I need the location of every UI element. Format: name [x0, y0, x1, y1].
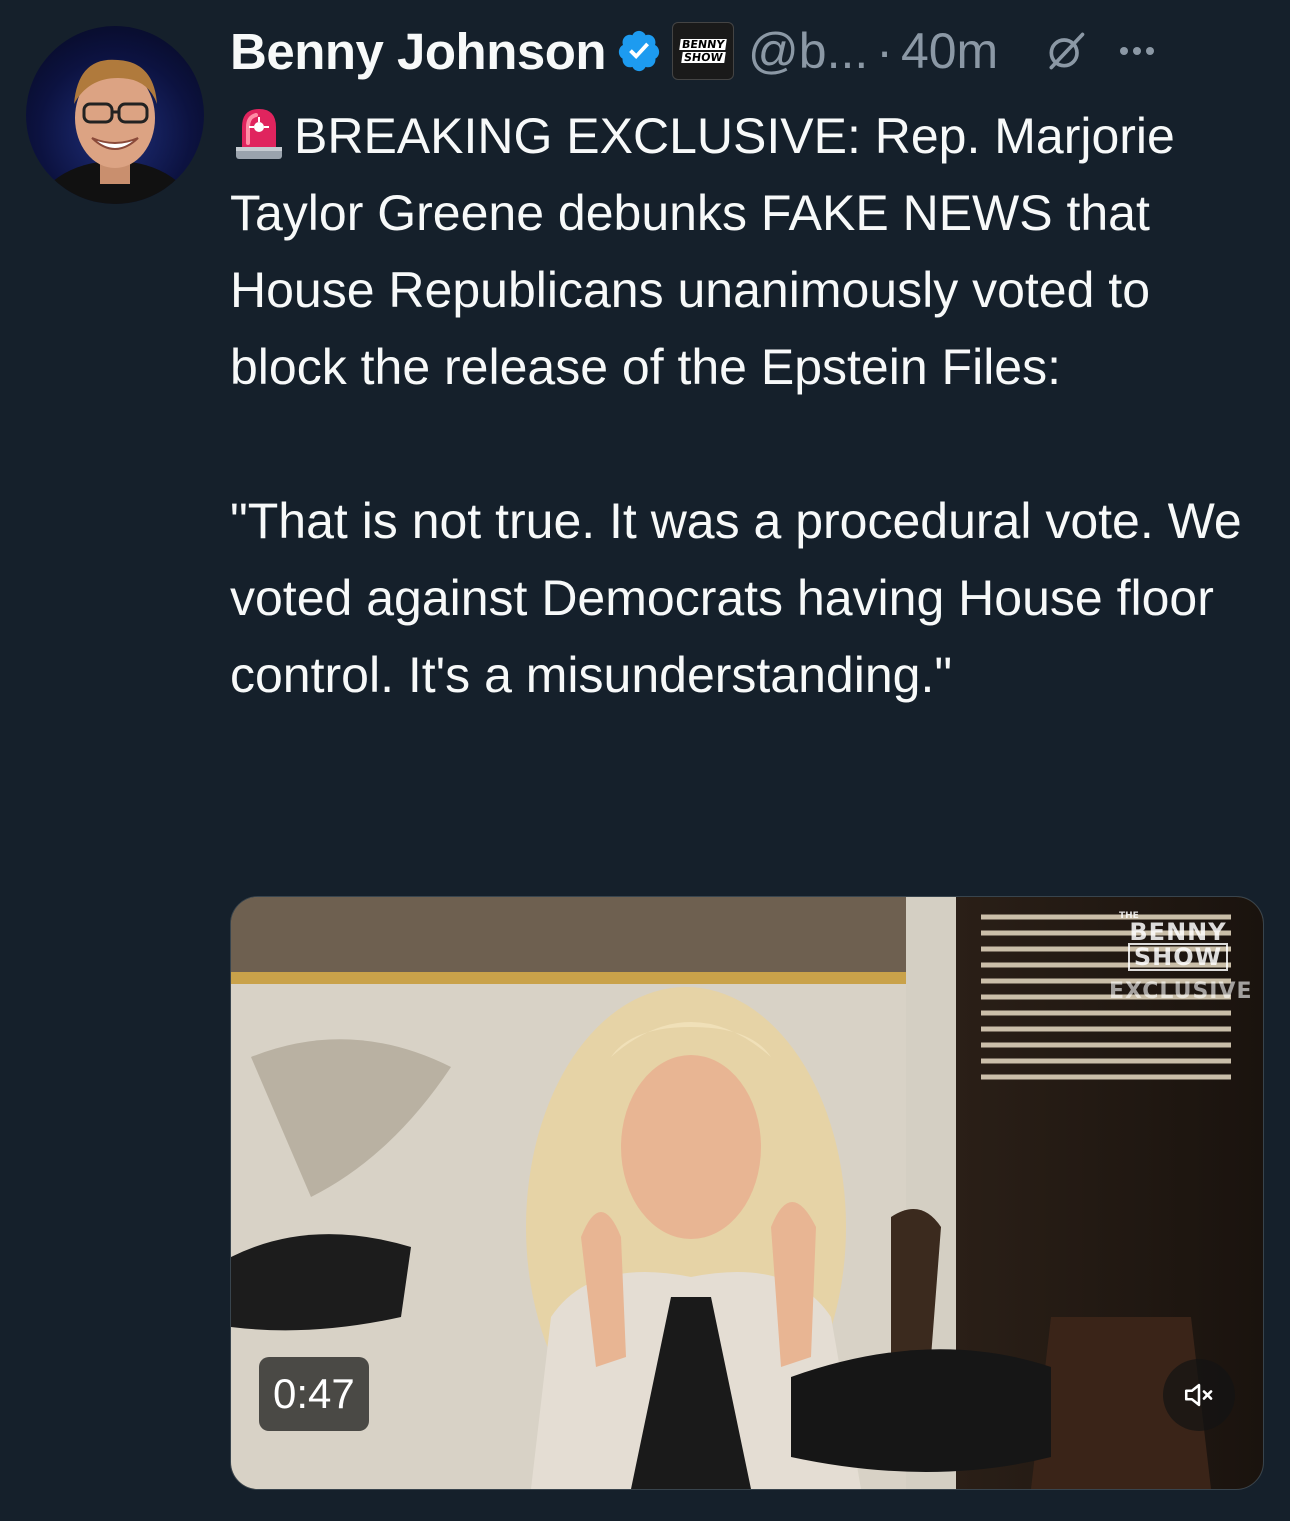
tweet-paragraph-2: "That is not true. It was a procedural v…	[230, 493, 1256, 703]
police-light-emoji	[236, 109, 282, 159]
author-avatar[interactable]	[26, 26, 204, 204]
video-player[interactable]: THE BENNY SHOW EXCLUSIVE 0:47	[230, 896, 1264, 1490]
watermark-show: SHOW	[1127, 943, 1229, 971]
show-watermark: THE BENNY SHOW EXCLUSIVE	[1109, 911, 1253, 1004]
avatar-portrait	[36, 59, 194, 204]
author-handle[interactable]: @b...	[748, 22, 868, 80]
watermark-exclusive: EXCLUSIVE	[1109, 979, 1253, 1004]
watermark-benny: BENNY	[1129, 918, 1227, 946]
speaker-muted-icon	[1184, 1383, 1213, 1407]
author-name[interactable]: Benny Johnson	[230, 22, 607, 81]
affiliate-badge[interactable]: BENNY SHOW	[672, 22, 735, 80]
tweet-paragraph-1: BREAKING EXCLUSIVE: Rep. Marjorie Taylor…	[230, 108, 1188, 395]
affiliate-badge-line1: BENNY	[679, 38, 727, 51]
tweet-header: Benny Johnson BENNY SHOW @b... · 40m	[230, 18, 1270, 84]
separator-dot: ·	[876, 23, 893, 79]
mute-button[interactable]	[1163, 1359, 1235, 1431]
verified-badge-icon[interactable]	[616, 28, 662, 74]
tweet-text: BREAKING EXCLUSIVE: Rep. Marjorie Taylor…	[230, 98, 1270, 714]
video-duration: 0:47	[259, 1357, 369, 1431]
grok-icon[interactable]	[1044, 29, 1088, 73]
more-icon[interactable]	[1120, 29, 1155, 73]
affiliate-badge-line2: SHOW	[680, 51, 726, 64]
post-time[interactable]: 40m	[901, 22, 998, 80]
